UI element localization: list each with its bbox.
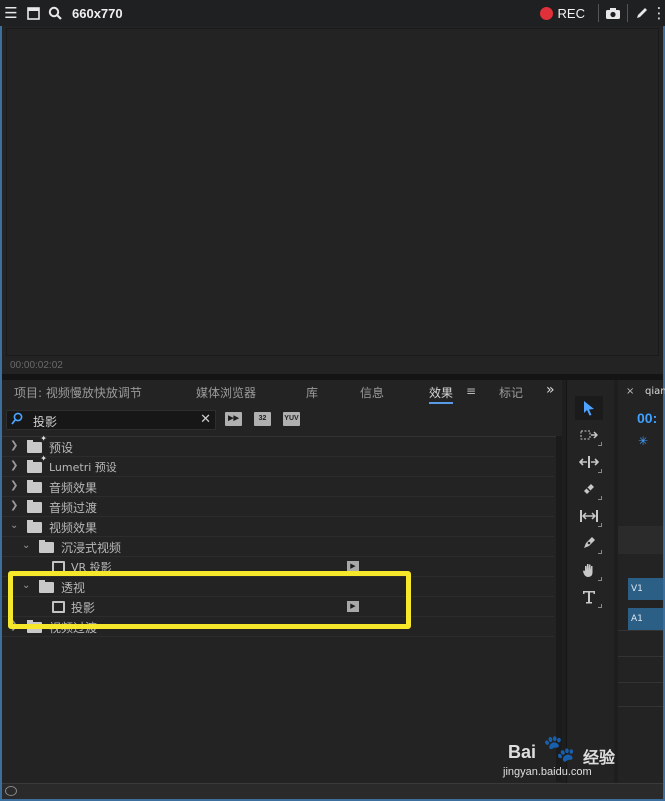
monitor-timecode[interactable]: 00:00:02:02 (10, 360, 63, 371)
active-tab-indicator (429, 402, 454, 404)
search-icon (11, 412, 23, 425)
selection-tool-icon[interactable] (575, 396, 603, 420)
tab-info[interactable]: 信息 (360, 384, 384, 401)
track-divider (618, 630, 663, 631)
toolbar-divider (598, 4, 599, 22)
32bit-effects-filter-icon[interactable]: 32 (254, 412, 271, 426)
timeline-ruler[interactable] (618, 526, 663, 554)
record-button[interactable]: REC (539, 5, 585, 21)
effects-scrollbar[interactable] (556, 436, 562, 782)
bottom-scrollbar[interactable] (2, 783, 663, 799)
record-dot-icon (539, 6, 553, 20)
pen-tool-icon[interactable] (575, 531, 603, 555)
creative-cloud-icon (5, 786, 17, 796)
tree-item-label: 沉浸式视频 (61, 541, 122, 555)
track-select-tool-icon[interactable] (575, 423, 603, 447)
tools-panel (566, 380, 614, 783)
magnifier-icon[interactable] (44, 0, 66, 26)
chevron-right-icon[interactable]: ❯ (10, 440, 18, 451)
track-divider (618, 656, 663, 657)
timeline-panel: × qian 00: ✳ V1 A1 (618, 380, 665, 783)
folder-icon (39, 540, 54, 553)
window-icon[interactable] (22, 0, 44, 26)
camera-icon[interactable] (602, 0, 624, 26)
menu-dots-icon[interactable]: ⋮ (652, 0, 665, 26)
watermark-jingyan: 经验 (583, 748, 616, 767)
chevron-right-icon[interactable]: ❯ (10, 480, 18, 491)
slip-tool-icon[interactable] (575, 504, 603, 528)
baidu-watermark-logo: Bai 🐾 经验 jingyan.baidu.com (503, 736, 653, 780)
track-divider (618, 682, 663, 683)
preset-folder-icon (27, 434, 47, 453)
watermark-word: Bai (508, 742, 537, 762)
folder-icon (27, 500, 42, 513)
record-label: REC (557, 5, 585, 21)
tab-media-browser[interactable]: 媒体浏览器 (196, 384, 256, 401)
folder-icon (27, 520, 42, 533)
search-row: 投影 ✕ ▶▶ 32 YUV (2, 410, 562, 432)
chevron-right-icon[interactable]: ❯ (10, 460, 18, 471)
video-preview[interactable] (6, 28, 659, 356)
tab-effects[interactable]: 效果 (429, 384, 454, 404)
tree-item-label: 音频过渡 (49, 501, 98, 515)
snap-icon[interactable]: ✳ (638, 434, 648, 448)
track-v1-header[interactable]: V1 (628, 578, 663, 600)
search-query: 投影 (33, 415, 58, 429)
tree-item-label: 音频效果 (49, 481, 98, 495)
toolbar-divider (627, 4, 628, 22)
type-tool-icon[interactable] (575, 585, 603, 609)
tree-item-label: Lumetri 预设 (49, 461, 117, 474)
track-divider (618, 706, 663, 707)
hand-tool-icon[interactable] (575, 558, 603, 582)
chevron-down-icon[interactable]: ⌄ (22, 540, 30, 551)
tree-item-presets[interactable]: ❯ 预设 (2, 434, 554, 457)
chevron-right-icon[interactable]: ❯ (10, 500, 18, 511)
capture-size-label: 660x770 (72, 5, 123, 21)
tab-libraries[interactable]: 库 (306, 384, 318, 401)
tree-item-label: 预设 (49, 441, 74, 455)
folder-icon (27, 480, 42, 493)
tree-item-immersive-video[interactable]: ⌄ 沉浸式视频 (2, 537, 554, 557)
ripple-edit-tool-icon[interactable] (575, 450, 603, 474)
effects-search-input[interactable]: 投影 ✕ (6, 410, 216, 430)
watermark-url: jingyan.baidu.com (503, 766, 592, 778)
paw-icon: 🐾 (543, 734, 576, 764)
close-sequence-icon[interactable]: × (626, 386, 634, 397)
panel-tabs: 项目: 视频慢放快放调节 媒体浏览器 库 信息 效果 ≡ 标记 » (2, 380, 562, 406)
yuv-effects-filter-icon[interactable]: YUV (283, 412, 300, 426)
tab-effects-label: 效果 (429, 386, 454, 400)
pen-icon[interactable] (631, 0, 653, 26)
tree-item-lumetri-presets[interactable]: ❯ Lumetri 预设 (2, 454, 554, 477)
panel-menu-icon[interactable]: ≡ (466, 384, 476, 398)
razor-tool-icon[interactable] (575, 477, 603, 501)
tree-item-audio-effects[interactable]: ❯ 音频效果 (2, 477, 554, 497)
chevron-down-icon[interactable]: ⌄ (10, 520, 18, 531)
accelerated-effects-filter-icon[interactable]: ▶▶ (225, 412, 242, 426)
sequence-tab-label[interactable]: qian (645, 386, 665, 397)
tree-item-label: 视频效果 (49, 521, 98, 535)
tab-markers[interactable]: 标记 (499, 384, 523, 401)
recorder-toolbar: ☰ 660x770 REC ⋮ (0, 0, 665, 26)
hamburger-icon[interactable]: ☰ (0, 0, 22, 26)
program-monitor: 00:00:02:02 (2, 26, 663, 376)
annotation-highlight-box (8, 571, 411, 629)
tab-project[interactable]: 项目: 视频慢放快放调节 (14, 384, 142, 401)
tree-item-video-effects[interactable]: ⌄ 视频效果 (2, 517, 554, 537)
timeline-timecode[interactable]: 00: (637, 410, 657, 426)
clear-search-icon[interactable]: ✕ (200, 412, 211, 427)
preset-folder-icon (27, 454, 47, 473)
tab-overflow-icon[interactable]: » (546, 382, 555, 398)
track-a1-header[interactable]: A1 (628, 608, 663, 630)
tree-item-audio-transitions[interactable]: ❯ 音频过渡 (2, 497, 554, 517)
